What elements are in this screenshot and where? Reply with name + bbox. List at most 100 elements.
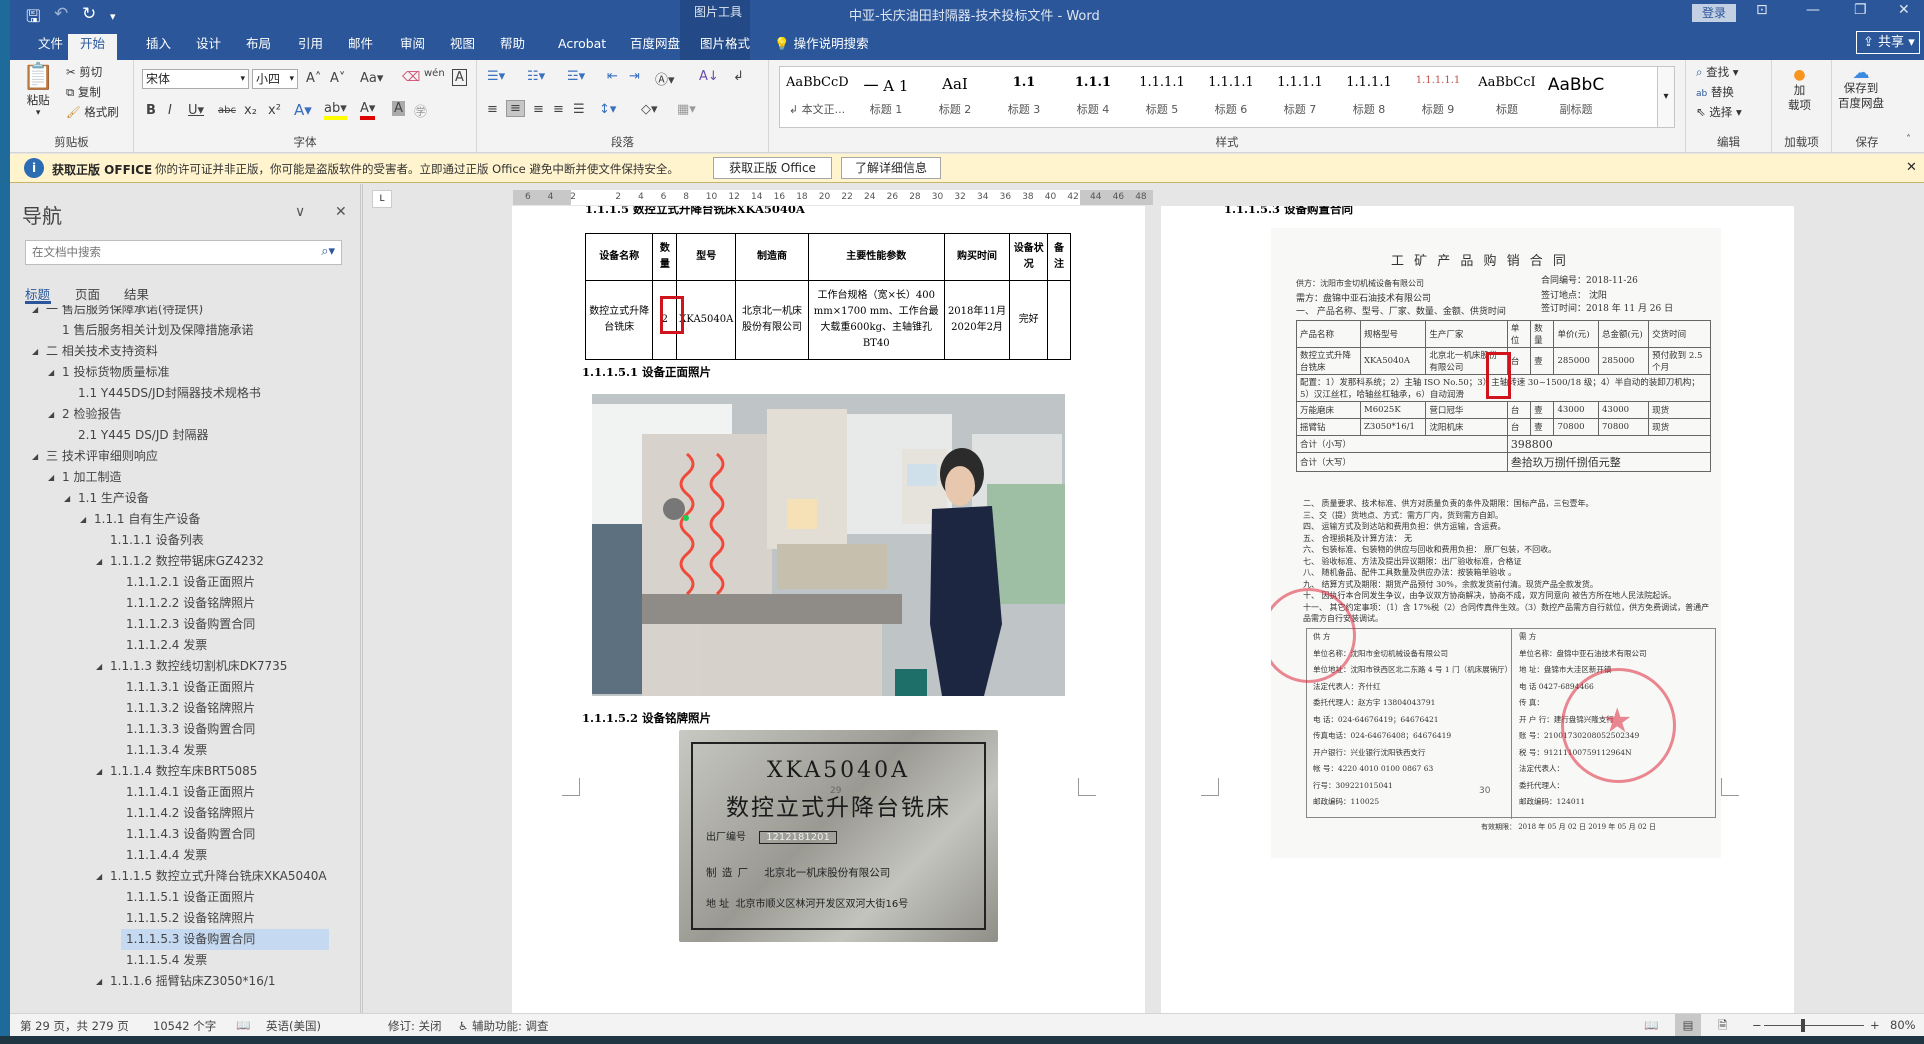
phonetic-guide-icon[interactable]: wén (424, 68, 445, 79)
share-button[interactable]: ⇪ 共享 ▾ (1856, 31, 1920, 54)
find-button[interactable]: ⌕ 查找 ▾ (1696, 64, 1739, 80)
web-layout-icon[interactable]: 🗎 (1718, 1018, 1727, 1037)
nav-heading-item[interactable]: 2.1 Y445 DS/JD 封隔器 (10, 425, 360, 446)
search-icon[interactable]: ⌕▾ (321, 244, 335, 259)
expand-triangle-icon[interactable]: ◢ (48, 467, 54, 488)
expand-triangle-icon[interactable]: ◢ (96, 971, 102, 992)
tab-10[interactable]: Acrobat (550, 34, 614, 60)
nav-heading-item[interactable]: ◢ 1 投标货物质量标准 (10, 362, 360, 383)
multilevel-list-icon[interactable]: ☲▾ (567, 69, 585, 84)
style-item[interactable]: 1.1.1.1 标题 5 (1131, 67, 1193, 127)
underline-icon[interactable]: U▾ (188, 103, 204, 118)
proofing-icon[interactable]: 📖 (236, 1018, 250, 1032)
justify-icon[interactable]: ≡ (553, 102, 564, 117)
expand-triangle-icon[interactable]: ◢ (96, 656, 102, 677)
nav-heading-item[interactable]: 1.1.1.4.2 设备铭牌照片 (10, 803, 360, 824)
nav-heading-item[interactable]: 1.1.1.3.2 设备铭牌照片 (10, 698, 360, 719)
undo-icon[interactable]: ↶ (54, 4, 68, 24)
word-count[interactable]: 10542 个字 (153, 1018, 216, 1034)
tab-4[interactable]: 布局 (238, 34, 279, 60)
nav-heading-item[interactable]: 1.1.1.2.4 发票 (10, 635, 360, 656)
nav-heading-item[interactable]: 1.1.1.4.4 发票 (10, 845, 360, 866)
nav-close-icon[interactable]: ✕ (335, 204, 347, 220)
style-item[interactable]: 1.1.1.1 标题 6 (1200, 67, 1262, 127)
zoom-level[interactable]: 80% (1890, 1018, 1916, 1032)
nav-heading-item[interactable]: 1.1.1.3.4 发票 (10, 740, 360, 761)
distributed-icon[interactable]: ☰ (573, 102, 585, 117)
tab-0[interactable]: 文件 (30, 34, 71, 60)
close-infobar-icon[interactable]: ✕ (1906, 160, 1917, 175)
clear-format-icon[interactable]: ⌫ (402, 70, 420, 85)
tab-7[interactable]: 审阅 (392, 34, 433, 60)
align-right-icon[interactable]: ≡ (533, 102, 544, 117)
customize-icon[interactable]: ▾ (110, 10, 116, 23)
char-shading-icon[interactable]: A (392, 101, 405, 116)
nav-heading-item[interactable]: ◢ 一 售后服务保障承诺(待提供) (10, 305, 360, 320)
zoom-slider-thumb[interactable] (1800, 1019, 1805, 1032)
tell-me-search[interactable]: 💡 操作说明搜索 (766, 34, 877, 60)
restore-icon[interactable]: ❐ (1854, 2, 1867, 18)
nav-heading-item[interactable]: ◢ 1.1.1 自有生产设备 (10, 509, 360, 530)
tab-8[interactable]: 视图 (442, 34, 483, 60)
nav-heading-item[interactable]: ◢ 1.1 生产设备 (10, 488, 360, 509)
zoom-in-button[interactable]: + (1870, 1018, 1880, 1032)
tab-5[interactable]: 引用 (290, 34, 331, 60)
select-button[interactable]: ⇖ 选择 ▾ (1696, 104, 1742, 120)
font-size-select[interactable]: 小四 ▾ (252, 69, 298, 89)
nav-heading-item[interactable]: ◢ 1.1.1.2 数控带锯床GZ4232 (10, 551, 360, 572)
expand-triangle-icon[interactable]: ◢ (96, 551, 102, 572)
save-to-baidu-button[interactable]: ☁ 保存到 百度网盘 (1838, 65, 1884, 111)
borders-icon[interactable]: ▦▾ (677, 102, 696, 117)
tab-9[interactable]: 帮助 (492, 34, 533, 60)
close-icon[interactable]: ✕ (1898, 2, 1910, 18)
zoom-out-button[interactable]: − (1752, 1018, 1762, 1032)
language[interactable]: 英语(美国) (266, 1018, 321, 1034)
nav-heading-item[interactable]: 1.1.1.5.4 发票 (10, 950, 360, 971)
nav-heading-item[interactable]: 1.1.1.3.3 设备购置合同 (10, 719, 360, 740)
style-item[interactable]: 1.1.1.1 标题 8 (1338, 67, 1400, 127)
nav-heading-item[interactable]: ◢ 二 相关技术支持资料 (10, 341, 360, 362)
nav-heading-item[interactable]: 1.1.1.2.3 设备购置合同 (10, 614, 360, 635)
align-center-icon[interactable]: ≡ (506, 100, 525, 117)
tab-6[interactable]: 邮件 (340, 34, 381, 60)
collapse-ribbon-icon[interactable]: ˄ (1906, 134, 1911, 145)
nav-heading-item[interactable]: ◢ 1.1.1.6 摇臂钻床Z3050*16/1 (10, 971, 360, 992)
paste-button[interactable]: 📋 粘贴 ▾ (22, 62, 54, 118)
nav-heading-item[interactable]: 1.1.1.5.2 设备铭牌照片 (10, 908, 360, 929)
show-marks-icon[interactable]: ↲ (733, 69, 744, 84)
nav-heading-item[interactable]: 1 售后服务相关计划及保障措施承诺 (10, 320, 360, 341)
style-item[interactable]: 1.1.1.1.1 标题 9 (1407, 67, 1469, 127)
login-button[interactable]: 登录 (1692, 4, 1736, 22)
page-count[interactable]: 第 29 页，共 279 页 (20, 1018, 129, 1034)
expand-triangle-icon[interactable]: ◢ (48, 362, 54, 383)
nav-tab-results[interactable]: 结果 (124, 284, 149, 303)
bold-icon[interactable]: B (146, 103, 156, 118)
decrease-indent-icon[interactable]: ⇤ (607, 69, 618, 84)
increase-indent-icon[interactable]: ⇥ (629, 69, 640, 84)
nav-heading-item[interactable]: 1.1.1.2.2 设备铭牌照片 (10, 593, 360, 614)
print-layout-icon[interactable]: ▤ (1675, 1014, 1701, 1036)
line-spacing-icon[interactable]: ↕▾ (599, 102, 616, 117)
copy-button[interactable]: ⧉ 复制 (66, 84, 101, 100)
nav-tab-pages[interactable]: 页面 (75, 284, 100, 303)
expand-triangle-icon[interactable]: ◢ (96, 866, 102, 887)
nav-heading-item[interactable]: 1.1.1.5.1 设备正面照片 (10, 887, 360, 908)
save-icon[interactable]: 🖫 (26, 4, 40, 33)
nav-heading-item[interactable]: 1.1.1.1 设备列表 (10, 530, 360, 551)
align-left-icon[interactable]: ≡ (487, 102, 498, 117)
learn-more-button[interactable]: 了解详细信息 (841, 157, 941, 179)
expand-triangle-icon[interactable]: ◢ (32, 446, 38, 467)
expand-triangle-icon[interactable]: ◢ (48, 404, 54, 425)
expand-triangle-icon[interactable]: ◢ (32, 305, 38, 320)
minimize-icon[interactable]: — (1806, 2, 1820, 18)
expand-triangle-icon[interactable]: ◢ (32, 341, 38, 362)
nav-heading-item[interactable]: ◢ 1 加工制造 (10, 467, 360, 488)
get-genuine-button[interactable]: 获取正版 Office (713, 157, 832, 179)
grow-font-icon[interactable]: A˄ (306, 71, 321, 86)
enclose-char-icon[interactable]: ㊫ (414, 101, 427, 120)
numbering-icon[interactable]: ☷▾ (527, 69, 545, 84)
nav-heading-item[interactable]: ◢ 1.1.1.4 数控车床BRT5085 (10, 761, 360, 782)
tab-11[interactable]: 百度网盘 (622, 34, 688, 60)
italic-icon[interactable]: I (168, 103, 172, 118)
nav-heading-item[interactable]: ◢ 1.1.1.5 数控立式升降台铣床XKA5040A (10, 866, 360, 887)
